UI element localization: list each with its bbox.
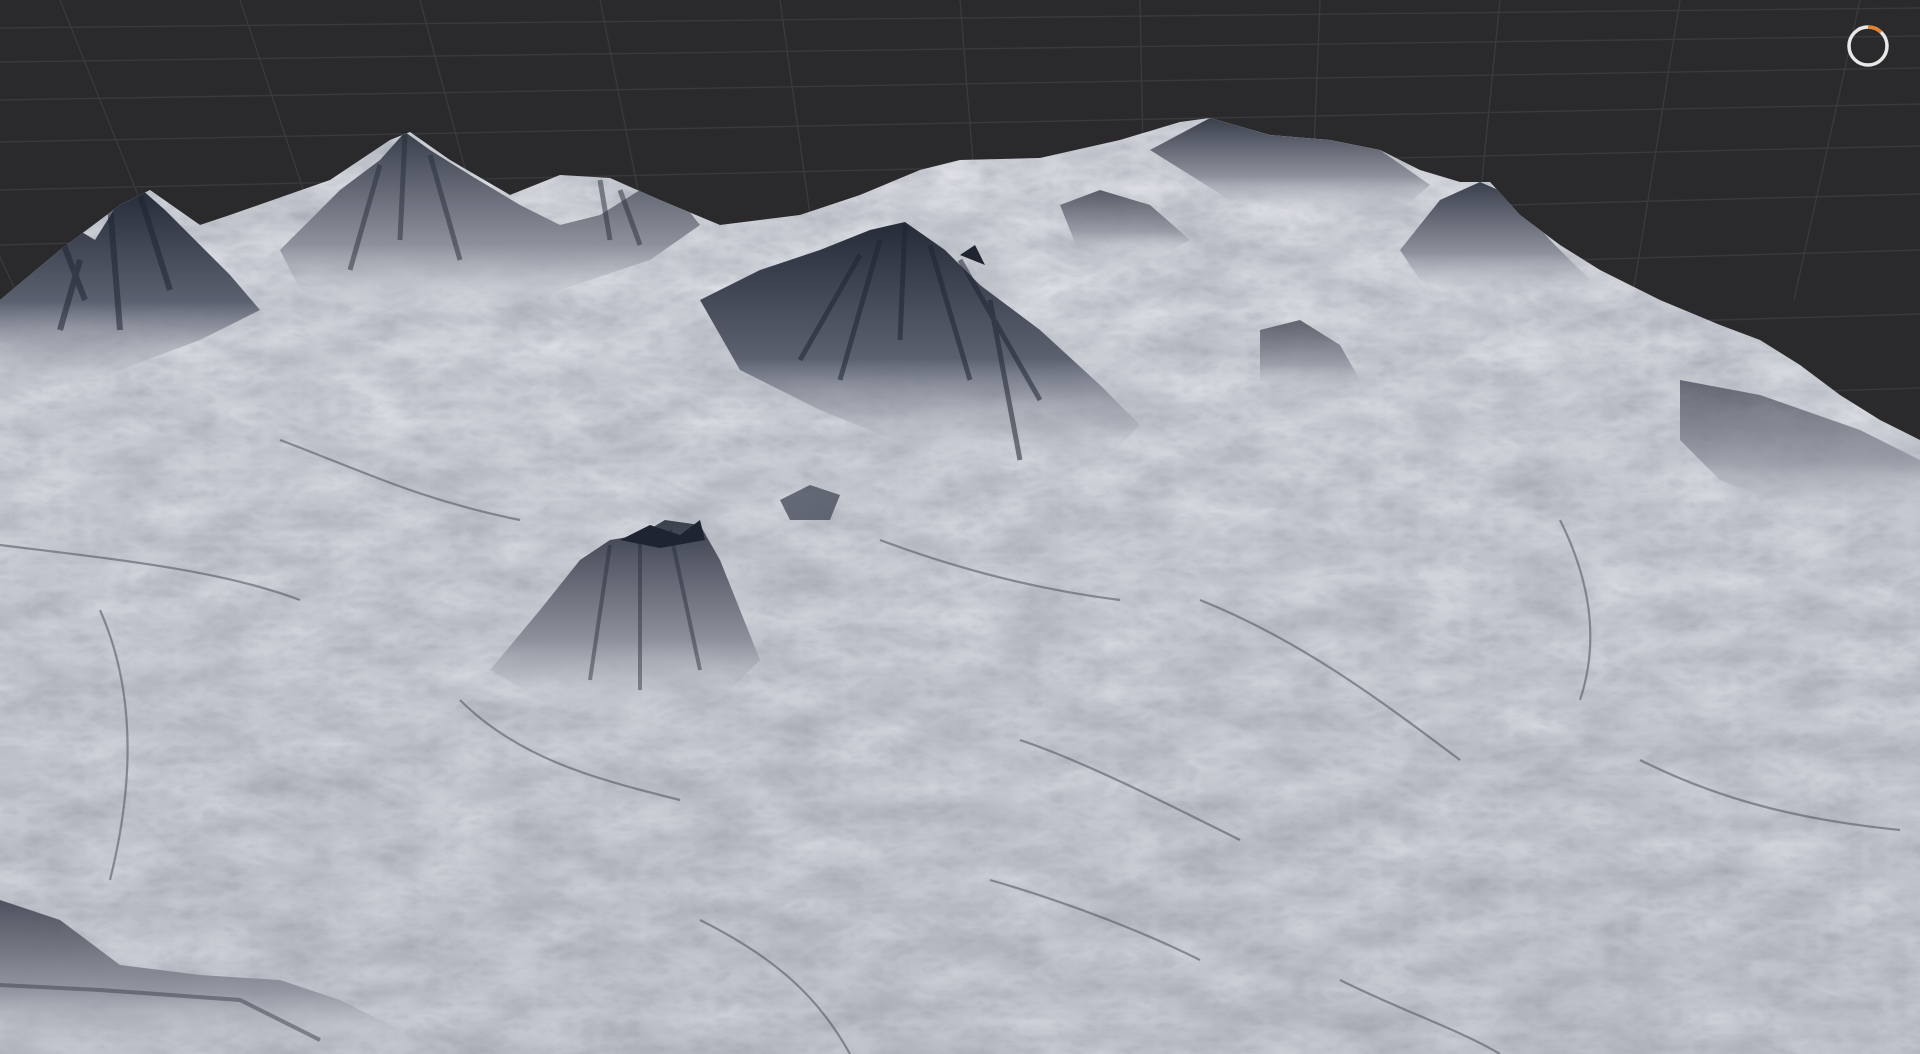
3d-viewport[interactable] [0, 0, 1920, 1054]
viewport-scene[interactable] [0, 0, 1920, 1054]
terrain-mesh[interactable] [0, 0, 1920, 1054]
render-progress-indicator [1844, 22, 1892, 70]
loading-spinner-icon [1847, 25, 1889, 67]
